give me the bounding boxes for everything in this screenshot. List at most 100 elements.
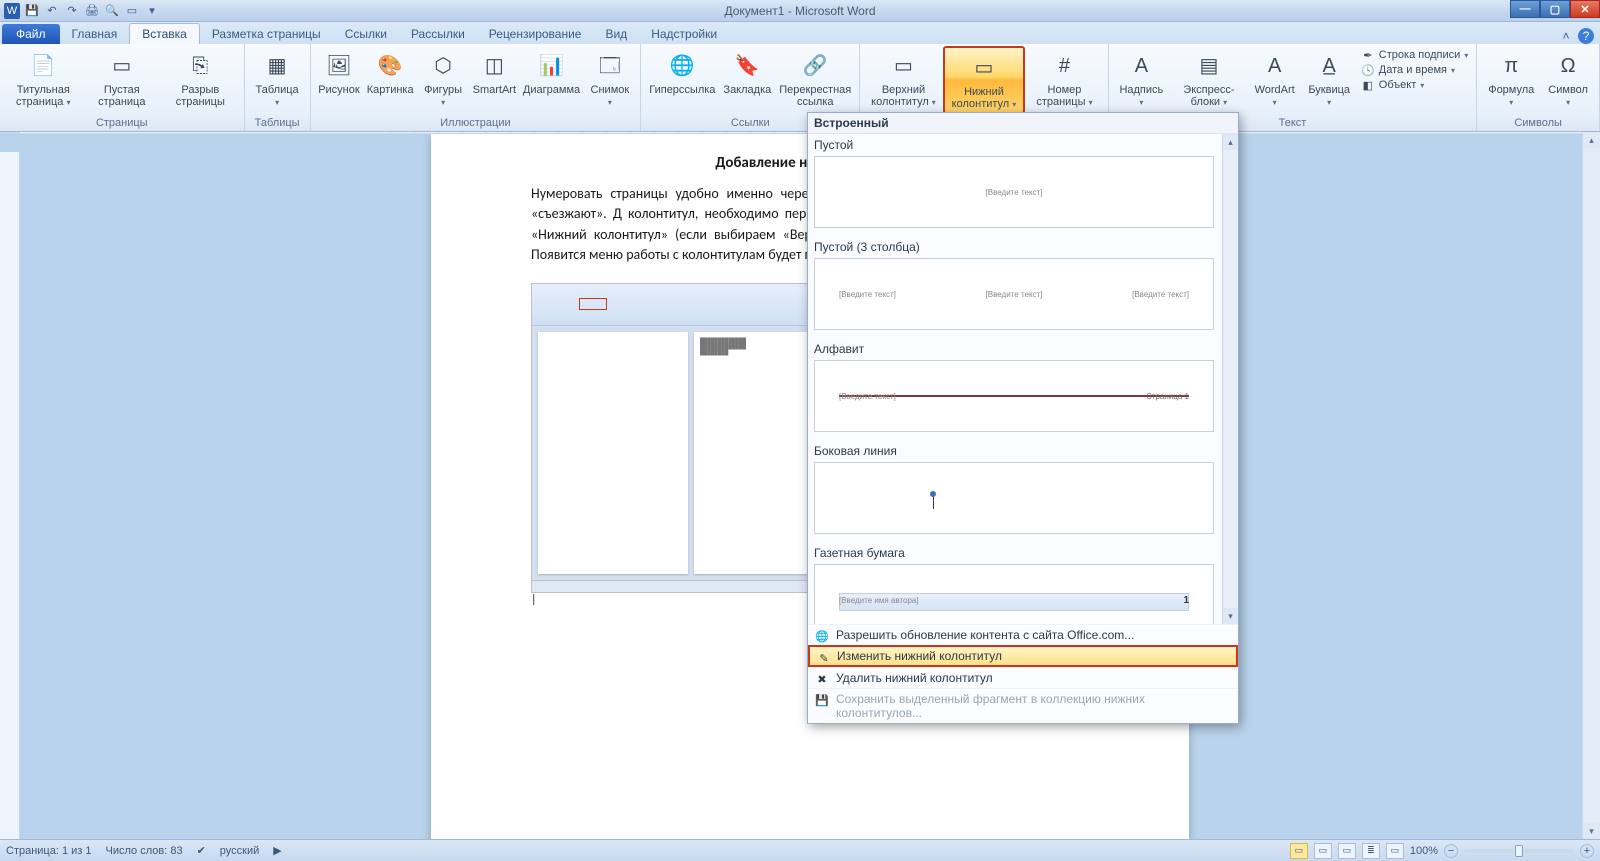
рисунок-icon: 🖼: [323, 50, 355, 82]
ribbon-group-страницы: 📄Титульная страница ▾▭Пустая страница⎘Ра…: [0, 44, 245, 131]
redo-icon[interactable]: ↷: [64, 3, 80, 19]
gallery-scrollbar[interactable]: ▴ ▾: [1222, 134, 1238, 624]
status-page[interactable]: Страница: 1 из 1: [6, 845, 92, 857]
tab-вид[interactable]: Вид: [593, 24, 639, 44]
символ-icon: Ω: [1552, 50, 1584, 82]
view-draft[interactable]: ▭: [1386, 843, 1404, 859]
vertical-ruler[interactable]: [0, 152, 20, 854]
print-icon[interactable]: 🖨: [84, 3, 100, 19]
tab-рецензирование[interactable]: Рецензирование: [477, 24, 594, 44]
ribbon-btn-экспресс-блоки[interactable]: ▤Экспресс-блоки ▾: [1170, 46, 1248, 110]
номер-страницы-icon: #: [1048, 50, 1080, 82]
ribbon-btn-буквица[interactable]: A̲Буквица ▾: [1302, 46, 1357, 110]
ribbon-group-таблицы: ▦Таблица ▾Таблицы: [245, 44, 311, 131]
gallery-section-пустой: Пустой[Введите текст]: [808, 134, 1220, 236]
ribbon-btn-закладка[interactable]: 🔖Закладка: [719, 46, 775, 98]
view-web-layout[interactable]: ▭: [1338, 843, 1356, 859]
qat-more-icon[interactable]: ▾: [144, 3, 160, 19]
gallery-preview[interactable]: [Введите текст][Введите текст][Введите т…: [814, 258, 1214, 330]
tab-разметка-страницы[interactable]: Разметка страницы: [200, 24, 333, 44]
ribbon-btn-рисунок[interactable]: 🖼Рисунок: [315, 46, 364, 98]
ribbon-btn-картинка[interactable]: 🎨Картинка: [363, 46, 417, 98]
status-word-count[interactable]: Число слов: 83: [106, 845, 183, 857]
ribbon: 📄Титульная страница ▾▭Пустая страница⎘Ра…: [0, 44, 1600, 132]
формула-icon: π: [1495, 50, 1527, 82]
view-outline[interactable]: ≣: [1362, 843, 1380, 859]
status-language[interactable]: русский: [220, 845, 259, 857]
нижний-колонтитул-icon: ▭: [968, 52, 1000, 84]
ribbon-btn-диаграмма[interactable]: 📊Диаграмма: [520, 46, 584, 98]
gallery-preview[interactable]: [Введите имя автора]1: [814, 564, 1214, 624]
tab-надстройки[interactable]: Надстройки: [639, 24, 729, 44]
ribbon-btn-smartart[interactable]: ◫SmartArt: [469, 46, 519, 98]
ribbon-group-символы: πФормула ▾ΩСимвол ▾ Символы: [1477, 44, 1600, 131]
undo-icon[interactable]: ↶: [44, 3, 60, 19]
ribbon-btn-фигуры[interactable]: ⬡Фигуры ▾: [417, 46, 469, 110]
ribbon-btn-разрыв-страницы[interactable]: ⎘Разрыв страницы: [161, 46, 240, 110]
status-macro-icon[interactable]: ▶: [273, 844, 281, 857]
ribbon-btn-перекрестная-ссылка[interactable]: 🔗Перекрестная ссылка: [775, 46, 855, 110]
minimize-ribbon-icon[interactable]: ˄: [1558, 28, 1574, 44]
gallery-menu-сохранить-выделенный-фрагмент-в-коллекци: 💾Сохранить выделенный фрагмент в коллекц…: [808, 688, 1238, 723]
tab-ссылки[interactable]: Ссылки: [333, 24, 399, 44]
menu-item-icon: 💾: [814, 692, 830, 708]
new-icon[interactable]: ▭: [124, 3, 140, 19]
ribbon-small-строка-подписи[interactable]: ✒Строка подписи ▾: [1361, 48, 1468, 62]
надпись-icon: A: [1125, 50, 1157, 82]
status-bar: Страница: 1 из 1 Число слов: 83 ✔ русски…: [0, 839, 1600, 861]
ribbon-btn-надпись[interactable]: AНадпись ▾: [1113, 46, 1170, 110]
close-button[interactable]: ✕: [1570, 0, 1600, 18]
status-proofing-icon[interactable]: ✔: [197, 844, 206, 857]
gallery-menu-разрешить-обновление-контента-с-сайта-of[interactable]: 🌐Разрешить обновление контента с сайта O…: [808, 624, 1238, 645]
ribbon-btn-гиперссылка[interactable]: 🌐Гиперссылка: [645, 46, 719, 98]
zoom-level[interactable]: 100%: [1410, 845, 1438, 857]
ribbon-btn-таблица[interactable]: ▦Таблица ▾: [249, 46, 306, 110]
file-tab[interactable]: Файл: [2, 24, 60, 44]
group-label: Символы: [1481, 116, 1595, 130]
ribbon-btn-верхний-колонтитул[interactable]: ▭Верхний колонтитул ▾: [864, 46, 942, 110]
view-print-layout[interactable]: ▭: [1290, 843, 1308, 859]
gallery-preview[interactable]: [Введите текст]: [814, 156, 1214, 228]
gallery-preview[interactable]: [814, 462, 1214, 534]
tab-вставка[interactable]: Вставка: [129, 23, 200, 44]
ribbon-btn-wordart[interactable]: AWordArt ▾: [1248, 46, 1302, 110]
пустая-страница-icon: ▭: [106, 50, 138, 82]
верхний-колонтитул-icon: ▭: [887, 50, 919, 82]
ribbon-btn-титульная-страница[interactable]: 📄Титульная страница ▾: [4, 46, 83, 110]
scroll-down-icon[interactable]: ▾: [1583, 823, 1600, 839]
ribbon-btn-символ[interactable]: ΩСимвол ▾: [1541, 46, 1595, 110]
gallery-section-пустой-3-столбца-: Пустой (3 столбца)[Введите текст][Введит…: [808, 236, 1220, 338]
ribbon-small-объект[interactable]: ◧Объект ▾: [1361, 78, 1468, 92]
фигуры-icon: ⬡: [427, 50, 459, 82]
ribbon-btn-снимок[interactable]: 🗔Снимок ▾: [584, 46, 637, 110]
gallery-menu-изменить-нижний-колонтитул[interactable]: ✎Изменить нижний колонтитул: [808, 645, 1238, 667]
ribbon-btn-номер-страницы[interactable]: #Номер страницы ▾: [1025, 46, 1103, 110]
zoom-slider[interactable]: [1464, 849, 1574, 853]
gallery-scroll-up-icon[interactable]: ▴: [1223, 134, 1238, 150]
ribbon-group-иллюстрации: 🖼Рисунок🎨Картинка⬡Фигуры ▾◫SmartArt📊Диаг…: [311, 44, 642, 131]
gallery-section-газетная-бумага: Газетная бумага[Введите имя автора]1: [808, 542, 1220, 624]
zoom-in-button[interactable]: +: [1580, 844, 1594, 858]
view-full-screen[interactable]: ▭: [1314, 843, 1332, 859]
save-icon[interactable]: 💾: [24, 3, 40, 19]
scroll-up-icon[interactable]: ▴: [1583, 132, 1600, 148]
ribbon-btn-пустая-страница[interactable]: ▭Пустая страница: [83, 46, 162, 110]
gallery-menu-удалить-нижний-колонтитул[interactable]: ✖Удалить нижний колонтитул: [808, 667, 1238, 688]
zoom-out-button[interactable]: −: [1444, 844, 1458, 858]
gallery-preview[interactable]: [Введите текст]Страница 1: [814, 360, 1214, 432]
vertical-scrollbar[interactable]: ▴ ▾: [1582, 132, 1600, 839]
preview-icon[interactable]: 🔍: [104, 3, 120, 19]
gallery-scroll-down-icon[interactable]: ▾: [1223, 608, 1238, 624]
ribbon-btn-формула[interactable]: πФормула ▾: [1481, 46, 1541, 110]
tab-рассылки[interactable]: Рассылки: [399, 24, 477, 44]
group-label: Иллюстрации: [315, 116, 637, 130]
help-icon[interactable]: ?: [1578, 28, 1594, 44]
tab-главная[interactable]: Главная: [60, 24, 130, 44]
gallery-section-алфавит: Алфавит[Введите текст]Страница 1: [808, 338, 1220, 440]
minimize-button[interactable]: —: [1510, 0, 1540, 18]
ribbon-small-дата-и-время[interactable]: 🕓Дата и время ▾: [1361, 63, 1468, 77]
maximize-button[interactable]: ▢: [1540, 0, 1570, 18]
таблица-icon: ▦: [261, 50, 293, 82]
menu-item-icon: ✖: [814, 671, 830, 687]
ribbon-btn-нижний-колонтитул[interactable]: ▭Нижний колонтитул ▾: [943, 46, 1025, 114]
